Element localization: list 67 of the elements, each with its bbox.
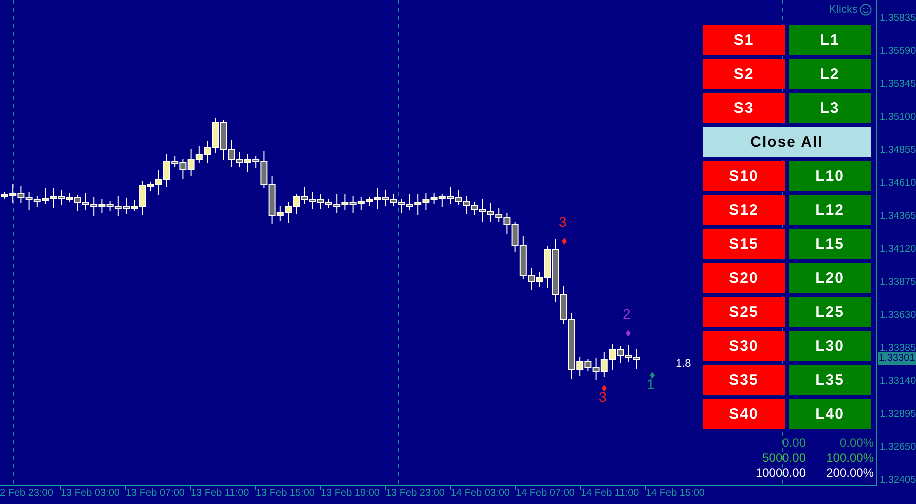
price-label: 1.33385: [880, 342, 916, 354]
time-label: 14 Feb 11:00: [581, 487, 640, 501]
sell-button[interactable]: S2: [703, 59, 785, 89]
price-label: 1.32895: [880, 408, 916, 422]
indicator-label: Klicks: [829, 4, 858, 16]
current-price-tag: 1.33301: [878, 352, 916, 365]
buy-button[interactable]: L10: [789, 161, 871, 191]
percent-value: 100.00%: [826, 451, 874, 465]
close-all-button[interactable]: Close All: [703, 127, 871, 157]
sell-button[interactable]: S35: [703, 365, 785, 395]
sell-button[interactable]: S30: [703, 331, 785, 361]
sell-button[interactable]: S10: [703, 161, 785, 191]
smiley-icon: [860, 4, 872, 16]
signal-number: 3: [599, 389, 607, 405]
percent-value: 200.00%: [826, 466, 874, 480]
price-label: 1.33630: [880, 309, 916, 323]
time-label: 14 Feb 03:00: [451, 487, 511, 501]
diamond-marker-icon: [562, 238, 567, 245]
price-label: 1.35590: [880, 45, 916, 59]
diamond-marker-icon: [602, 385, 607, 392]
sell-button[interactable]: S1: [703, 25, 785, 55]
time-label: 13 Feb 19:00: [321, 487, 381, 501]
percent-value: 0.00%: [838, 436, 874, 450]
time-label: 13 Feb 03:00: [61, 487, 121, 501]
buy-button[interactable]: L12: [789, 195, 871, 225]
buy-button[interactable]: L25: [789, 297, 871, 327]
price-label: 1.34855: [880, 144, 916, 158]
sell-button[interactable]: S3: [703, 93, 785, 123]
price-label: 1.35100: [880, 111, 916, 125]
price-label: 1.35345: [880, 78, 916, 92]
price-label: 1.32405: [880, 474, 916, 488]
sell-button[interactable]: S25: [703, 297, 785, 327]
buy-button[interactable]: L15: [789, 229, 871, 259]
sell-button[interactable]: S40: [703, 399, 785, 429]
signal-number: 2: [623, 306, 631, 322]
diamond-marker-icon: [650, 372, 655, 379]
time-label: 13 Feb 07:00: [126, 487, 186, 501]
price-label: 1.33875: [880, 276, 916, 290]
sell-button[interactable]: S12: [703, 195, 785, 225]
sell-button[interactable]: S15: [703, 229, 785, 259]
amount-value: 10000.00: [754, 466, 806, 480]
time-label: 13 Feb 11:00: [191, 487, 250, 501]
amount-value: 5000.00: [762, 451, 806, 465]
buy-button[interactable]: L35: [789, 365, 871, 395]
time-label: 13 Feb 23:00: [386, 487, 446, 501]
buy-button[interactable]: L1: [789, 25, 871, 55]
price-label: 1.34365: [880, 210, 916, 224]
buy-button[interactable]: L40: [789, 399, 871, 429]
price-label: 1.34120: [880, 243, 916, 257]
buy-button[interactable]: L3: [789, 93, 871, 123]
time-label: 14 Feb 15:00: [646, 487, 706, 501]
buy-button[interactable]: L30: [789, 331, 871, 361]
price-label: 1.34610: [880, 177, 916, 191]
time-label: 13 Feb 15:00: [256, 487, 316, 501]
price-label: 1.33140: [880, 375, 916, 389]
diamond-marker-icon: [626, 330, 631, 337]
buy-button[interactable]: L20: [789, 263, 871, 293]
spread-value: 1.8: [676, 358, 692, 370]
sell-button[interactable]: S20: [703, 263, 785, 293]
buy-button[interactable]: L2: [789, 59, 871, 89]
time-label: 14 Feb 07:00: [516, 487, 576, 501]
time-label: 2 Feb 23:00: [0, 487, 54, 501]
price-label: 1.32650: [880, 441, 916, 455]
signal-number: 1: [647, 376, 655, 392]
amount-value: 0.00: [782, 436, 806, 450]
signal-number: 3: [559, 214, 567, 230]
price-label: 1.35835: [880, 12, 916, 26]
